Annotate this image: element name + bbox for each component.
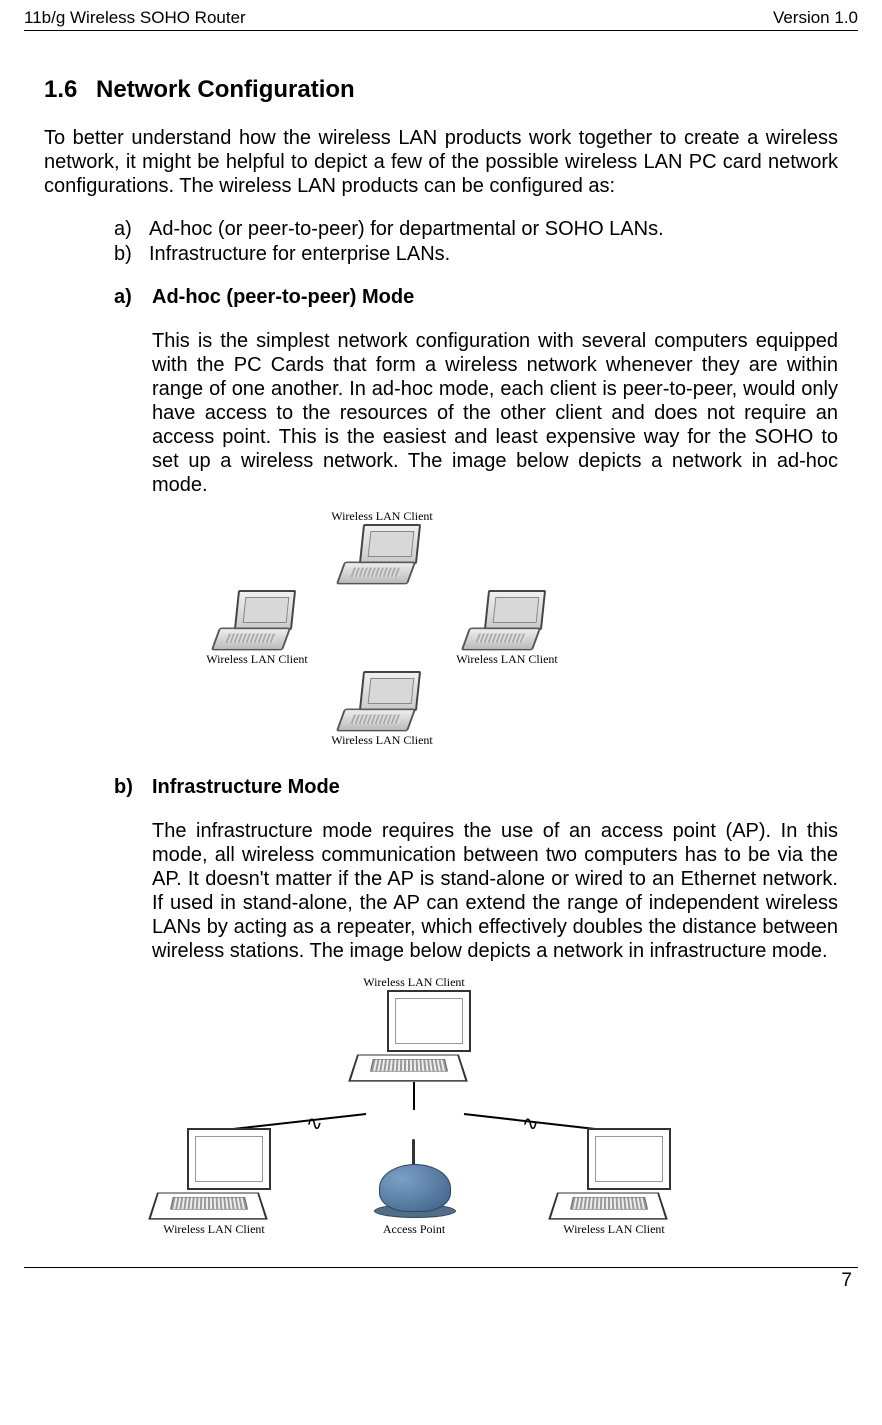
laptop-icon bbox=[549, 1128, 679, 1220]
svg-text:∿: ∿ bbox=[522, 1113, 539, 1135]
laptop-icon bbox=[210, 590, 305, 646]
header-left: 11b/g Wireless SOHO Router bbox=[24, 8, 246, 28]
laptop-icon bbox=[349, 990, 479, 1082]
subsection-b-title: b) Infrastructure Mode bbox=[114, 776, 838, 799]
header-row: 11b/g Wireless SOHO Router Version 1.0 bbox=[24, 8, 858, 31]
footer-rule bbox=[24, 1267, 858, 1268]
diagram-label: Wireless LAN Client bbox=[134, 1222, 294, 1237]
section-number: 1.6 bbox=[44, 76, 77, 103]
list-text: Ad-hoc (or peer-to-peer) for departmenta… bbox=[149, 218, 664, 241]
sub-title-text: Infrastructure Mode bbox=[152, 776, 340, 799]
list-marker: b) bbox=[114, 243, 149, 266]
header-right: Version 1.0 bbox=[773, 8, 858, 28]
diagram-label: Wireless LAN Client bbox=[134, 975, 694, 990]
laptop-icon bbox=[149, 1128, 279, 1220]
section-name: Network Configuration bbox=[96, 76, 355, 103]
section-title: 1.6 Network Configuration bbox=[44, 76, 838, 104]
diagram-label: Wireless LAN Client bbox=[317, 733, 447, 748]
diagram-label: Wireless LAN Client bbox=[534, 1222, 694, 1237]
list-marker: a) bbox=[114, 218, 149, 241]
sub-title-text: Ad-hoc (peer-to-peer) Mode bbox=[152, 286, 414, 309]
sub-marker: a) bbox=[114, 286, 152, 309]
laptop-icon bbox=[335, 524, 430, 580]
diagram-label: Wireless LAN Client bbox=[442, 652, 572, 667]
infrastructure-diagram: Wireless LAN Client ∿ ∿ bbox=[134, 975, 694, 1237]
adhoc-diagram: Wireless LAN Client Wireless LAN Cli bbox=[152, 509, 838, 748]
list-text: Infrastructure for enterprise LANs. bbox=[149, 243, 450, 266]
list-item: b) Infrastructure for enterprise LANs. bbox=[114, 243, 838, 266]
diagram-label: Access Point bbox=[354, 1222, 474, 1237]
svg-text:∿: ∿ bbox=[306, 1113, 323, 1135]
subsection-a-body: This is the simplest network configurati… bbox=[152, 329, 838, 497]
subsection-a-title: a) Ad-hoc (peer-to-peer) Mode bbox=[114, 286, 838, 309]
sub-marker: b) bbox=[114, 776, 152, 799]
laptop-icon bbox=[460, 590, 555, 646]
config-list: a) Ad-hoc (or peer-to-peer) for departme… bbox=[114, 218, 838, 266]
laptop-icon bbox=[335, 671, 430, 727]
intro-paragraph: To better understand how the wireless LA… bbox=[44, 126, 838, 198]
access-point-icon bbox=[369, 1153, 459, 1218]
page-number: 7 bbox=[0, 1270, 882, 1292]
subsection-b-body: The infrastructure mode requires the use… bbox=[152, 819, 838, 963]
diagram-label: Wireless LAN Client bbox=[192, 652, 322, 667]
diagram-label: Wireless LAN Client bbox=[317, 509, 447, 524]
list-item: a) Ad-hoc (or peer-to-peer) for departme… bbox=[114, 218, 838, 241]
